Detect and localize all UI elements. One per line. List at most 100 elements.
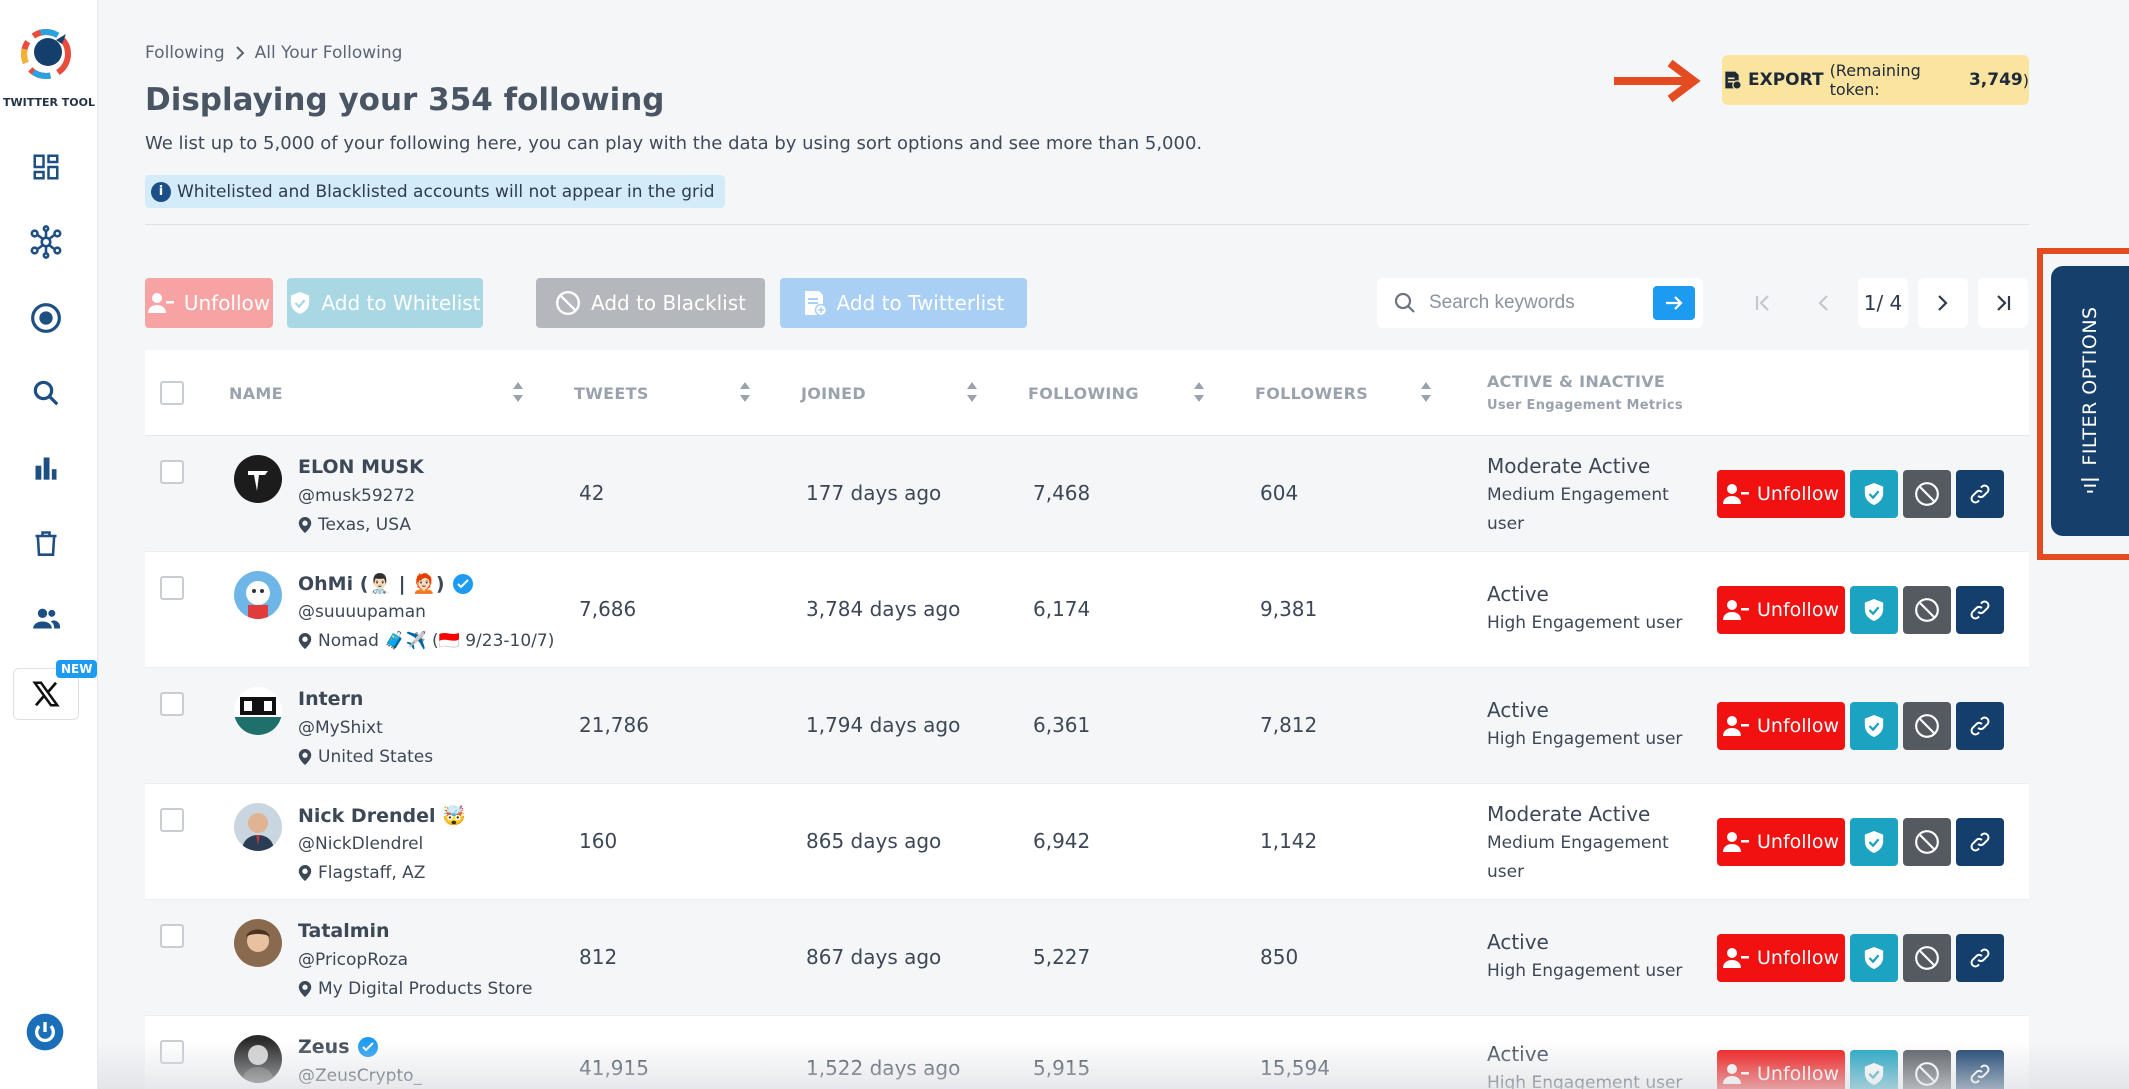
whitelist-button[interactable] [1850,934,1898,982]
unfollow-button[interactable]: Unfollow [1717,702,1845,750]
power-icon[interactable] [25,1012,65,1052]
blacklist-button[interactable] [1903,702,1951,750]
followers-count: 604 [1260,481,1299,505]
export-token-value: 3,749 [1968,70,2023,90]
shield-check-icon [1863,1062,1885,1086]
trash-icon[interactable] [26,523,66,563]
user-handle[interactable]: @NickDlendrel [298,834,423,854]
row-checkbox[interactable] [160,924,184,948]
select-all-checkbox[interactable] [160,381,184,405]
prev-page-button[interactable] [1798,278,1848,328]
whitelist-button[interactable] [1850,1050,1898,1089]
link-button[interactable] [1956,818,2004,866]
export-icon [1722,70,1742,90]
user-handle[interactable]: @PricopRoza [298,950,408,970]
export-token-prefix: (Remaining token: [1829,61,1921,99]
user-name-text: Nick Drendel 🤯 [298,805,466,827]
column-tweets[interactable]: TWEETS [574,384,649,403]
row-checkbox[interactable] [160,808,184,832]
breadcrumb-parent[interactable]: Following [145,43,225,63]
row-checkbox[interactable] [160,692,184,716]
export-button[interactable]: EXPORT (Remaining token: 3,749) [1722,55,2029,105]
user-minus-icon [1723,1063,1749,1085]
search-icon[interactable] [26,373,66,413]
link-button[interactable] [1956,586,2004,634]
column-following[interactable]: FOLLOWING [1028,384,1139,403]
row-checkbox[interactable] [160,460,184,484]
whitelist-button[interactable] [1850,470,1898,518]
engagement-level: Medium Engagement user [1487,485,1669,534]
users-icon[interactable] [26,598,66,638]
row-checkbox[interactable] [160,1040,184,1064]
user-handle[interactable]: @suuuupaman [298,602,426,622]
column-followers[interactable]: FOLLOWERS [1255,384,1368,403]
user-name[interactable]: Intern [298,688,363,710]
row-checkbox[interactable] [160,576,184,600]
unfollow-button[interactable]: Unfollow [1717,470,1845,518]
unfollow-button[interactable]: Unfollow [1717,1050,1845,1089]
column-joined[interactable]: JOINED [801,384,866,403]
sort-icon[interactable] [738,380,752,404]
bulk-unfollow-button[interactable]: Unfollow [145,278,273,328]
unfollow-button[interactable]: Unfollow [1717,934,1845,982]
unfollow-button[interactable]: Unfollow [1717,818,1845,866]
whitelist-button[interactable] [1850,586,1898,634]
search-icon [1393,291,1417,315]
shield-check-icon [1863,714,1885,738]
first-page-button[interactable] [1738,278,1788,328]
table-row: Zeus @ZeusCrypto_ 41,915 1,522 days ago … [145,1016,2029,1089]
unfollow-button[interactable]: Unfollow [1717,586,1845,634]
whitelist-label: Add to Whitelist [321,291,481,315]
sort-icon[interactable] [1192,380,1206,404]
user-handle[interactable]: @ZeusCrypto_ [298,1066,422,1086]
user-name[interactable]: Nick Drendel 🤯 [298,804,466,827]
user-minus-icon [147,292,174,314]
logo-text: TWITTER TOOL [2,96,96,109]
search-submit-button[interactable] [1653,286,1695,320]
dashboard-icon[interactable] [26,147,66,187]
whitelist-button[interactable] [1850,818,1898,866]
link-button[interactable] [1956,1050,2004,1089]
tweets-count: 21,786 [579,713,649,737]
blacklist-button[interactable] [1903,934,1951,982]
shield-check-icon [1863,598,1885,622]
blacklist-button[interactable] [1903,818,1951,866]
search-input[interactable] [1429,292,1649,314]
info-banner: i Whitelisted and Blacklisted accounts w… [145,175,725,208]
location-text: My Digital Products Store [318,979,533,999]
target-icon[interactable] [26,298,66,338]
add-to-whitelist-button[interactable]: Add to Whitelist [287,278,483,328]
user-handle[interactable]: @musk59272 [298,486,415,506]
blacklist-button[interactable] [1903,1050,1951,1089]
next-page-button[interactable] [1918,278,1968,328]
app-logo[interactable] [16,22,76,82]
user-name[interactable]: Zeus [298,1036,378,1058]
link-button[interactable] [1956,702,2004,750]
user-name[interactable]: OhMi (👨🏻‍⚕️ | 🧑🏻‍🦰) [298,572,473,595]
bar-chart-icon[interactable] [26,448,66,488]
user-name-text: Zeus [298,1036,350,1058]
shield-check-icon [1863,830,1885,854]
sort-icon[interactable] [511,380,525,404]
avatar [234,1035,282,1083]
filter-options-tab[interactable]: FILTER OPTIONS [2051,266,2129,536]
sort-icon[interactable] [965,380,979,404]
blacklist-button[interactable] [1903,586,1951,634]
whitelist-button[interactable] [1850,702,1898,750]
column-name[interactable]: NAME [229,384,283,403]
add-to-twitterlist-button[interactable]: Add to Twitterlist [780,278,1027,328]
network-icon[interactable] [26,222,66,262]
table-row: Nick Drendel 🤯 @NickDlendrel Flagstaff, … [145,784,2029,900]
add-to-blacklist-button[interactable]: Add to Blacklist [536,278,765,328]
following-count: 6,942 [1033,829,1091,853]
link-button[interactable] [1956,470,2004,518]
user-name[interactable]: ELON MUSK [298,456,424,478]
user-name[interactable]: Tatalmin [298,920,390,942]
link-button[interactable] [1956,934,2004,982]
blacklist-button[interactable] [1903,470,1951,518]
sort-icon[interactable] [1419,380,1433,404]
user-handle[interactable]: @MyShixt [298,718,383,738]
last-page-button[interactable] [1978,278,2028,328]
engagement-level: High Engagement user [1487,613,1683,633]
user-minus-icon [1723,483,1749,505]
